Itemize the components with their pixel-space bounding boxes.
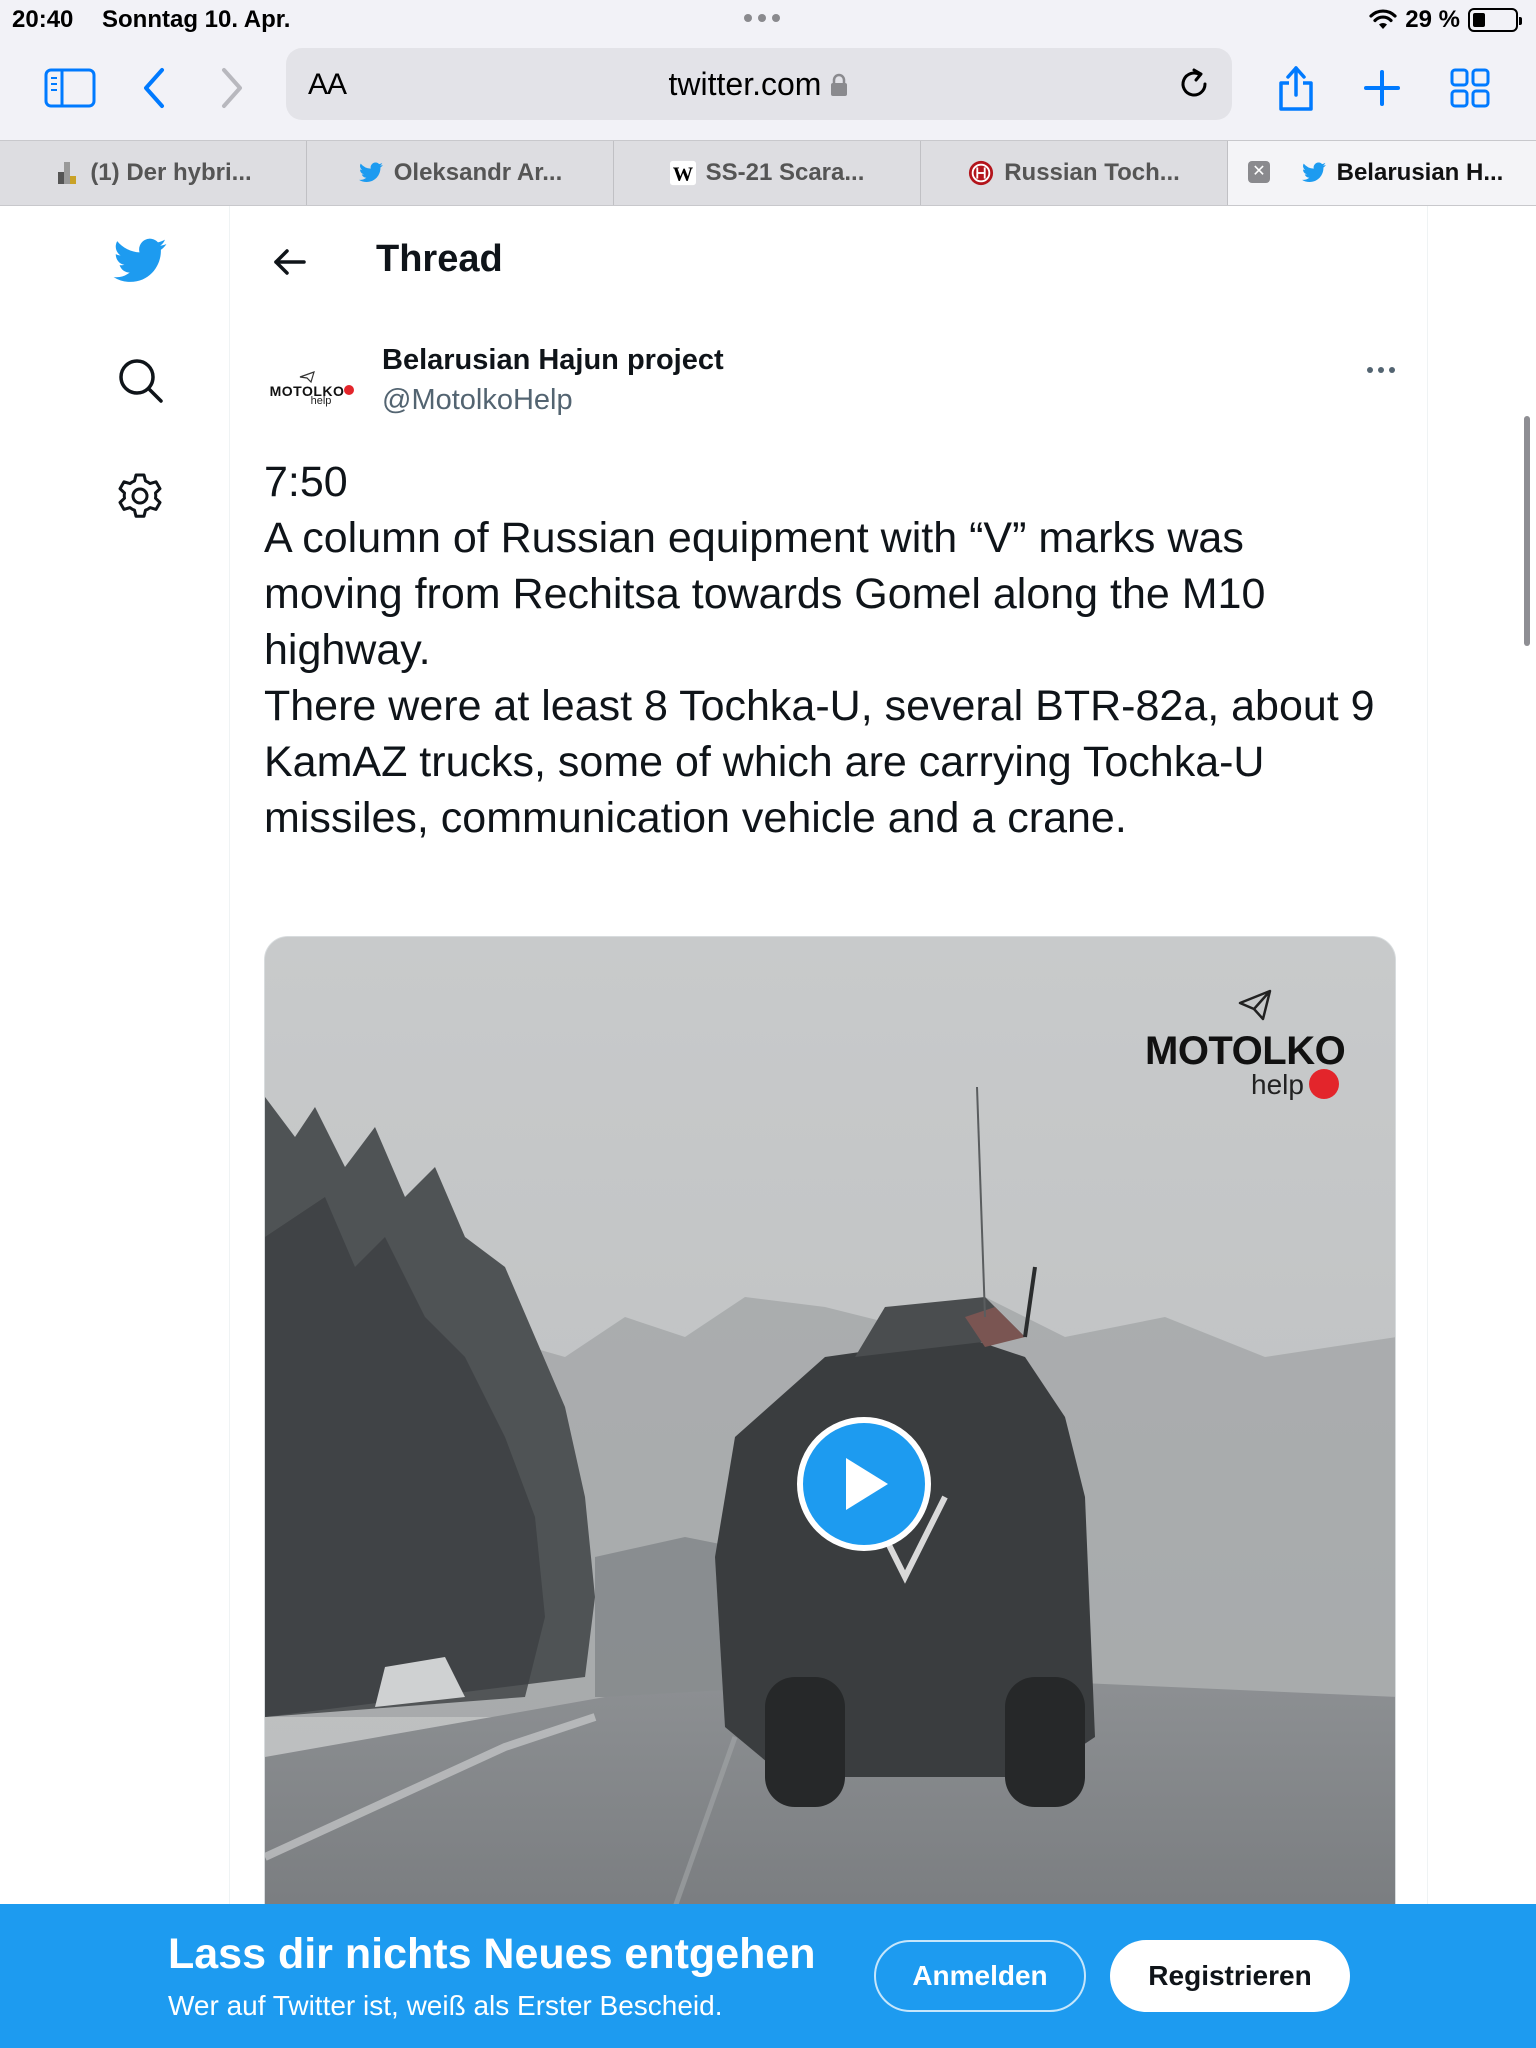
url-display[interactable]: twitter.com: [286, 66, 1232, 105]
more-options-icon[interactable]: [1356, 350, 1406, 390]
tab-title: Russian Toch...: [1004, 159, 1180, 186]
page-content: Thread MOTOLKO help Belarusian Hajun pro…: [0, 206, 1536, 2048]
twitter-sidebar: [0, 206, 230, 2048]
signup-banner: Lass dir nichts Neues entgehen Wer auf T…: [0, 1904, 1536, 2048]
thread-column: Thread MOTOLKO help Belarusian Hajun pro…: [230, 206, 1428, 2048]
tab-title: Oleksandr Ar...: [393, 159, 563, 186]
tab-ss21-scarab[interactable]: W SS-21 Scara...: [614, 141, 921, 205]
tab-overview-icon[interactable]: [1440, 58, 1500, 118]
avatar[interactable]: MOTOLKO help: [260, 342, 355, 436]
url-text: twitter.com: [668, 66, 822, 102]
browser-toolbar: AA twitter.com: [0, 40, 1536, 140]
tweet-time-line: 7:50: [264, 458, 348, 506]
tab-title: Belarusian H...: [1336, 159, 1504, 186]
telegram-icon: [1238, 989, 1272, 1021]
tab-title: (1) Der hybri...: [90, 159, 252, 186]
red-circle-favicon-icon: [968, 160, 994, 186]
twitter-favicon-icon: [1301, 160, 1327, 186]
document-favicon-icon: [54, 160, 80, 186]
search-icon[interactable]: [110, 350, 170, 410]
tab-russian-tochka[interactable]: Russian Toch...: [921, 141, 1228, 205]
multitasking-dots[interactable]: [744, 14, 780, 22]
share-icon[interactable]: [1266, 58, 1326, 118]
tab-title: SS-21 Scara...: [705, 159, 865, 186]
tab-bar: (1) Der hybri... Oleksandr Ar... W SS-21…: [0, 140, 1536, 206]
author-name[interactable]: Belarusian Hajun project: [382, 344, 724, 377]
tab-belarusian-hajun[interactable]: ✕ Belarusian H...: [1228, 141, 1536, 205]
telegram-icon: [299, 371, 315, 383]
svg-text:W: W: [672, 163, 693, 185]
twitter-favicon-icon: [358, 160, 384, 186]
wifi-icon: [1369, 9, 1397, 29]
status-date: Sonntag 10. Apr.: [102, 6, 291, 33]
thread-header: Thread: [230, 206, 1428, 316]
register-button[interactable]: Registrieren: [1110, 1940, 1350, 2012]
status-time: 20:40: [12, 6, 74, 33]
twitter-logo-icon[interactable]: [110, 232, 170, 292]
back-arrow-icon[interactable]: [260, 232, 320, 292]
status-indicators: 29 %: [1369, 6, 1522, 34]
sidebar-toggle-icon[interactable]: [40, 58, 100, 118]
forward-button-icon[interactable]: [202, 58, 262, 118]
tweet-text: 7:50 A column of Russian equipment with …: [264, 454, 1394, 846]
banner-subtitle: Wer auf Twitter ist, weiß als Erster Bes…: [168, 1990, 723, 2021]
tweet-paragraph: A column of Russian equipment with “V” m…: [264, 514, 1266, 674]
lock-icon: [829, 68, 849, 105]
battery-icon: [1468, 8, 1522, 32]
back-button-icon[interactable]: [124, 58, 184, 118]
battery-percent: 29 %: [1405, 6, 1460, 33]
play-icon[interactable]: [797, 1417, 931, 1551]
address-bar[interactable]: AA twitter.com: [286, 48, 1232, 120]
avatar-logo-sub: help: [310, 395, 332, 407]
scrollbar[interactable]: [1524, 416, 1530, 646]
video-thumbnail[interactable]: MOTOLKO help: [264, 936, 1396, 2048]
tab-close-icon[interactable]: ✕: [1248, 161, 1270, 183]
status-bar: 20:40 Sonntag 10. Apr. 29 %: [0, 0, 1536, 40]
login-button[interactable]: Anmelden: [874, 1940, 1086, 2012]
reload-icon[interactable]: [1174, 64, 1214, 104]
settings-gear-icon[interactable]: [110, 466, 170, 526]
avatar-logo-text: MOTOLKO: [270, 383, 355, 399]
banner-title: Lass dir nichts Neues entgehen: [168, 1930, 816, 1978]
page-title: Thread: [376, 238, 503, 280]
tab-der-hybride[interactable]: (1) Der hybri...: [0, 141, 307, 205]
wikipedia-favicon-icon: W: [669, 160, 696, 186]
author-handle[interactable]: @MotolkoHelp: [382, 384, 573, 417]
new-tab-icon[interactable]: [1352, 58, 1412, 118]
tweet-paragraph: There were at least 8 Tochka-U, several …: [264, 682, 1375, 842]
motolko-watermark: MOTOLKO help: [1145, 987, 1365, 1100]
tab-oleksandr[interactable]: Oleksandr Ar...: [307, 141, 614, 205]
